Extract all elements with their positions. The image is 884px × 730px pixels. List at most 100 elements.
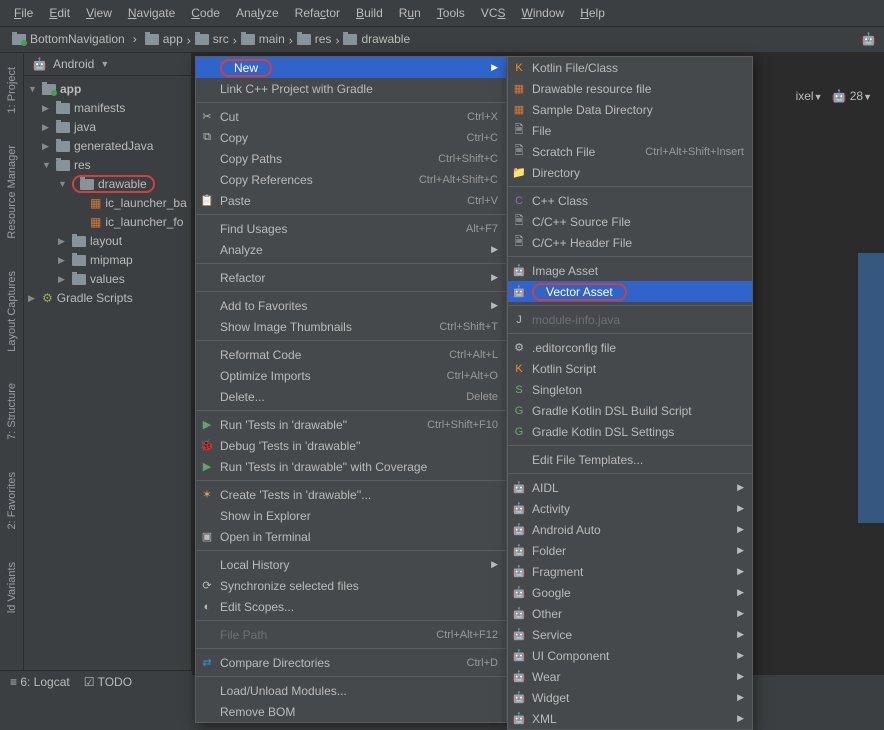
menu-item-directory[interactable]: 📁Directory (508, 162, 752, 183)
menu-item-paste[interactable]: 📋PasteCtrl+V (196, 190, 506, 211)
menu-item-delete[interactable]: Delete...Delete (196, 386, 506, 407)
tree-gradle-scripts[interactable]: ▶⚙Gradle Scripts (24, 289, 191, 308)
tree-manifests[interactable]: ▶manifests (24, 99, 191, 118)
menu-vcs[interactable]: VCS (473, 3, 514, 23)
menu-item-scratch-file[interactable]: 🗎Scratch FileCtrl+Alt+Shift+Insert (508, 141, 752, 162)
menu-help[interactable]: Help (572, 3, 613, 23)
menu-item-xml[interactable]: 🤖XML▶ (508, 708, 752, 729)
menu-item-edit-scopes[interactable]: ◐Edit Scopes... (196, 596, 506, 617)
tree-ic-launcher-fo[interactable]: ▦ic_launcher_fo (24, 213, 191, 232)
menu-item-folder[interactable]: 🤖Folder▶ (508, 540, 752, 561)
menu-item-file[interactable]: 🗎File (508, 120, 752, 141)
menu-item-run-tests-in-drawable-with-coverage[interactable]: ▶Run 'Tests in 'drawable'' with Coverage (196, 456, 506, 477)
menu-window[interactable]: Window (514, 3, 573, 23)
menu-view[interactable]: View (78, 3, 120, 23)
menu-item-gradle-kotlin-dsl-settings[interactable]: GGradle Kotlin DSL Settings (508, 421, 752, 442)
tree-ic-launcher-ba[interactable]: ▦ic_launcher_ba (24, 194, 191, 213)
menu-build[interactable]: Build (348, 3, 391, 23)
tree-generated-java[interactable]: ▶generatedJava (24, 137, 191, 156)
menu-item-label: Scratch File (532, 145, 595, 159)
tab-layout-captures[interactable]: Layout Captures (4, 265, 20, 358)
device-selector[interactable]: ixel▼ 🤖 28▼ (796, 89, 872, 103)
menu-item-aidl[interactable]: 🤖AIDL▶ (508, 477, 752, 498)
menu-item-optimize-imports[interactable]: Optimize ImportsCtrl+Alt+O (196, 365, 506, 386)
menu-item-c-c-header-file[interactable]: 🗎C/C++ Header File (508, 232, 752, 253)
menu-item-load-unload-modules[interactable]: Load/Unload Modules... (196, 680, 506, 701)
tab-todo[interactable]: ☑ TODO (84, 675, 132, 689)
menu-code[interactable]: Code (183, 3, 228, 23)
breadcrumb-res[interactable]: res (293, 31, 336, 47)
menu-item-edit-file-templates[interactable]: Edit File Templates... (508, 449, 752, 470)
menu-item-c-c-source-file[interactable]: 🗎C/C++ Source File (508, 211, 752, 232)
menu-item-singleton[interactable]: SSingleton (508, 379, 752, 400)
menu-run[interactable]: Run (391, 3, 429, 23)
menu-item-show-image-thumbnails[interactable]: Show Image ThumbnailsCtrl+Shift+T (196, 316, 506, 337)
breadcrumb-main[interactable]: main (237, 31, 289, 47)
tab-variants[interactable]: ld Variants (4, 556, 20, 619)
menu-item-refactor[interactable]: Refactor▶ (196, 267, 506, 288)
menu-item-compare-directories[interactable]: ⇄Compare DirectoriesCtrl+D (196, 652, 506, 673)
menu-item-open-in-terminal[interactable]: ▣Open in Terminal (196, 526, 506, 547)
tab-logcat[interactable]: ≡ 6: Logcat (10, 675, 70, 689)
menu-item-sample-data-directory[interactable]: ▦Sample Data Directory (508, 99, 752, 120)
tree-layout[interactable]: ▶layout (24, 232, 191, 251)
menu-item-drawable-resource-file[interactable]: ▦Drawable resource file (508, 78, 752, 99)
menu-item-image-asset[interactable]: 🤖Image Asset (508, 260, 752, 281)
menu-item-show-in-explorer[interactable]: Show in Explorer (196, 505, 506, 526)
menu-item-google[interactable]: 🤖Google▶ (508, 582, 752, 603)
tree-app[interactable]: ▼app (24, 80, 191, 99)
menu-item-create-tests-in-drawable[interactable]: ✶Create 'Tests in 'drawable''... (196, 484, 506, 505)
menu-item-add-to-favorites[interactable]: Add to Favorites▶ (196, 295, 506, 316)
menu-refactor[interactable]: Refactor (287, 3, 348, 23)
menu-item-kotlin-file-class[interactable]: KKotlin File/Class (508, 57, 752, 78)
menu-item-cut[interactable]: ✂CutCtrl+X (196, 106, 506, 127)
menu-item-reformat-code[interactable]: Reformat CodeCtrl+Alt+L (196, 344, 506, 365)
breadcrumb-app[interactable]: app (141, 31, 187, 47)
tree-drawable[interactable]: ▼drawable (24, 175, 191, 194)
menu-item-activity[interactable]: 🤖Activity▶ (508, 498, 752, 519)
menu-item-copy[interactable]: ⧉CopyCtrl+C (196, 127, 506, 148)
menu-file[interactable]: File (6, 3, 41, 23)
menu-item-icon: 🤖 (512, 649, 526, 662)
menu-item-new[interactable]: New▶ (196, 57, 506, 78)
menu-item-c-class[interactable]: CC++ Class (508, 190, 752, 211)
breadcrumb-drawable[interactable]: drawable (339, 31, 414, 47)
menu-item-find-usages[interactable]: Find UsagesAlt+F7 (196, 218, 506, 239)
menu-item-fragment[interactable]: 🤖Fragment▶ (508, 561, 752, 582)
menu-tools[interactable]: Tools (429, 3, 473, 23)
menu-item-run-tests-in-drawable[interactable]: ▶Run 'Tests in 'drawable''Ctrl+Shift+F10 (196, 414, 506, 435)
menu-item-other[interactable]: 🤖Other▶ (508, 603, 752, 624)
tab-structure[interactable]: 7: Structure (4, 377, 20, 446)
menu-item-editorconfig-file[interactable]: ⚙.editorconfig file (508, 337, 752, 358)
menu-item-widget[interactable]: 🤖Widget▶ (508, 687, 752, 708)
breadcrumb-src[interactable]: src (191, 31, 233, 47)
menu-item-vector-asset[interactable]: 🤖Vector Asset (508, 281, 752, 302)
menu-item-remove-bom[interactable]: Remove BOM (196, 701, 506, 722)
menu-item-copy-references[interactable]: Copy ReferencesCtrl+Alt+Shift+C (196, 169, 506, 190)
menu-item-wear[interactable]: 🤖Wear▶ (508, 666, 752, 687)
menu-navigate[interactable]: Navigate (120, 3, 183, 23)
tree-values[interactable]: ▶values (24, 270, 191, 289)
tree-res[interactable]: ▼res (24, 156, 191, 175)
menu-item-copy-paths[interactable]: Copy PathsCtrl+Shift+C (196, 148, 506, 169)
menu-item-ui-component[interactable]: 🤖UI Component▶ (508, 645, 752, 666)
menu-item-local-history[interactable]: Local History▶ (196, 554, 506, 575)
menu-separator (508, 305, 752, 306)
menu-item-synchronize-selected-files[interactable]: ⟳Synchronize selected files (196, 575, 506, 596)
project-panel-header[interactable]: 🤖 Android ▼ (24, 53, 191, 76)
breadcrumb-project[interactable]: BottomNavigation (8, 31, 129, 47)
tab-resource-manager[interactable]: Resource Manager (4, 139, 20, 245)
tree-java[interactable]: ▶java (24, 118, 191, 137)
menu-item-link-c-project-with-gradle[interactable]: Link C++ Project with Gradle (196, 78, 506, 99)
menu-analyze[interactable]: Analyze (228, 3, 287, 23)
menu-item-gradle-kotlin-dsl-build-script[interactable]: GGradle Kotlin DSL Build Script (508, 400, 752, 421)
tab-favorites[interactable]: 2: Favorites (4, 466, 20, 535)
menu-item-debug-tests-in-drawable[interactable]: 🐞Debug 'Tests in 'drawable'' (196, 435, 506, 456)
menu-item-android-auto[interactable]: 🤖Android Auto▶ (508, 519, 752, 540)
tab-project[interactable]: 1: Project (4, 61, 20, 119)
menu-item-service[interactable]: 🤖Service▶ (508, 624, 752, 645)
menu-item-analyze[interactable]: Analyze▶ (196, 239, 506, 260)
menu-item-kotlin-script[interactable]: KKotlin Script (508, 358, 752, 379)
menu-edit[interactable]: Edit (41, 3, 78, 23)
tree-mipmap[interactable]: ▶mipmap (24, 251, 191, 270)
